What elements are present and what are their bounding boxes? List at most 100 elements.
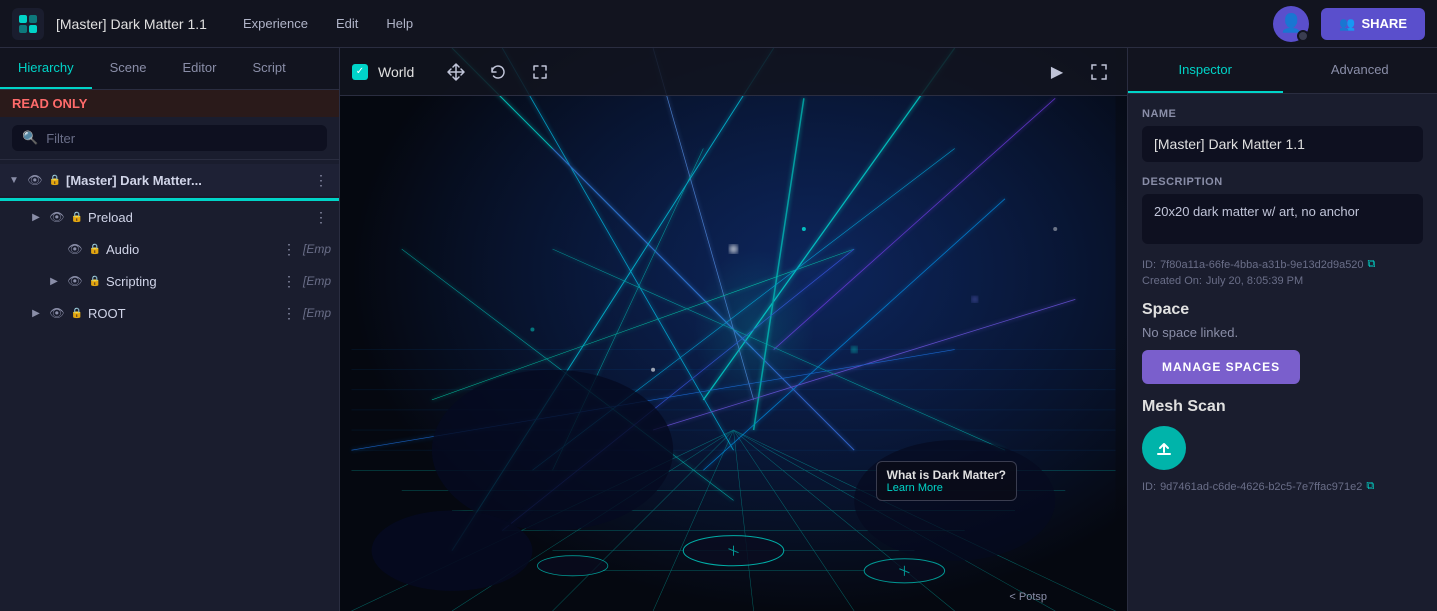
viewport-bottom-label: < Potsp xyxy=(1009,591,1047,603)
viewport-toolbar: ✓ World ▶ xyxy=(340,48,1127,96)
nav-item-edit[interactable]: Edit xyxy=(324,10,370,37)
app-title: [Master] Dark Matter 1.1 xyxy=(56,16,207,32)
app-logo xyxy=(12,8,44,40)
tab-scene[interactable]: Scene xyxy=(92,48,165,89)
more-icon-scripting[interactable]: ⋮ xyxy=(279,271,299,291)
expand-tool-button[interactable] xyxy=(524,56,556,88)
tab-hierarchy[interactable]: Hierarchy xyxy=(0,48,92,89)
mesh-upload-button[interactable] xyxy=(1142,426,1186,470)
lock-icon-audio[interactable]: 🔒 xyxy=(88,242,102,256)
id-section: ID: 7f80a11a-66fe-4bba-a31b-9e13d2d9a520… xyxy=(1142,258,1423,287)
tree-label-root: [Master] Dark Matter... xyxy=(66,173,307,188)
eye-icon-audio[interactable]: 👁 xyxy=(66,240,84,258)
id-copy-icon[interactable]: ⧉ xyxy=(1368,258,1376,271)
expand-icon-scripting[interactable]: ▶ xyxy=(46,273,62,289)
mesh-scan-title: Mesh Scan xyxy=(1142,398,1423,416)
lock-icon-scripting[interactable]: 🔒 xyxy=(88,274,102,288)
mesh-id-value: 9d7461ad-c6de-4626-b2c5-7e7ffac971e2 xyxy=(1160,481,1362,493)
right-panel: Inspector Advanced Name [Master] Dark Ma… xyxy=(1127,48,1437,611)
space-title: Space xyxy=(1142,301,1423,319)
tooltip-title: What is Dark Matter? xyxy=(887,468,1006,482)
more-icon-root[interactable]: ⋮ xyxy=(311,170,331,190)
lock-icon-root2[interactable]: 🔒 xyxy=(70,306,84,320)
created-value: July 20, 8:05:39 PM xyxy=(1206,275,1303,287)
mesh-scan-section: Mesh Scan ID: 9d7461ad-c6de-4626-b2c5-7e… xyxy=(1142,398,1423,493)
share-label: SHARE xyxy=(1361,16,1407,31)
more-icon-audio[interactable]: ⋮ xyxy=(279,239,299,259)
lock-icon-preload[interactable]: 🔒 xyxy=(70,210,84,224)
lock-icon-root[interactable]: 🔒 xyxy=(48,173,62,187)
name-value[interactable]: [Master] Dark Matter 1.1 xyxy=(1142,126,1423,162)
description-section: Description 20x20 dark matter w/ art, no… xyxy=(1142,176,1423,244)
fullscreen-button[interactable] xyxy=(1083,56,1115,88)
play-button[interactable]: ▶ xyxy=(1041,56,1073,88)
manage-spaces-button[interactable]: MANAGE SPACES xyxy=(1142,350,1300,384)
mesh-id-label: ID: xyxy=(1142,481,1156,493)
name-label: Name xyxy=(1142,108,1423,120)
tab-inspector[interactable]: Inspector xyxy=(1128,48,1283,93)
world-label: World xyxy=(378,64,414,80)
eye-icon-root[interactable]: 👁 xyxy=(26,171,44,189)
viewport-scene[interactable]: What is Dark Matter? Learn More < Potsp xyxy=(340,48,1127,611)
top-nav-menu: Experience Edit Help xyxy=(231,10,1273,37)
move-tool-button[interactable] xyxy=(440,56,472,88)
created-label: Created On: xyxy=(1142,275,1202,287)
tree-label-preload: Preload xyxy=(88,210,307,225)
more-icon-preload[interactable]: ⋮ xyxy=(311,207,331,227)
avatar[interactable]: 👤 xyxy=(1273,6,1309,42)
space-empty-text: No space linked. xyxy=(1142,325,1423,340)
top-nav: [Master] Dark Matter 1.1 Experience Edit… xyxy=(0,0,1437,48)
viewport: ✓ World ▶ xyxy=(340,48,1127,611)
tree-item-root[interactable]: ▼ 👁 🔒 [Master] Dark Matter... ⋮ xyxy=(0,164,339,196)
tooltip-link[interactable]: Learn More xyxy=(887,482,1006,494)
filter-input[interactable] xyxy=(46,131,317,146)
nav-item-experience[interactable]: Experience xyxy=(231,10,320,37)
eye-icon-preload[interactable]: 👁 xyxy=(48,208,66,226)
id-value: 7f80a11a-66fe-4bba-a31b-9e13d2d9a520 xyxy=(1160,259,1363,271)
search-icon: 🔍 xyxy=(22,130,38,146)
root2-truncated: [Emp xyxy=(303,306,331,320)
viewport-tooltip: What is Dark Matter? Learn More xyxy=(876,461,1017,501)
tab-advanced[interactable]: Advanced xyxy=(1283,48,1437,93)
left-panel: Hierarchy Scene Editor Script READ ONLY … xyxy=(0,48,340,611)
readonly-banner: READ ONLY xyxy=(0,90,339,117)
tree-item-root2[interactable]: ▶ 👁 🔒 ROOT ⋮ [Emp xyxy=(0,297,339,329)
hierarchy-tree: ▼ 👁 🔒 [Master] Dark Matter... ⋮ ▶ 👁 🔒 Pr… xyxy=(0,160,339,611)
expand-icon-root[interactable]: ▼ xyxy=(6,172,22,188)
right-tabs: Inspector Advanced xyxy=(1128,48,1437,94)
scripting-truncated: [Emp xyxy=(303,274,331,288)
description-value[interactable]: 20x20 dark matter w/ art, no anchor xyxy=(1142,194,1423,244)
tree-label-audio: Audio xyxy=(106,242,275,257)
space-section: Space No space linked. MANAGE SPACES xyxy=(1142,301,1423,384)
mesh-id-row: ID: 9d7461ad-c6de-4626-b2c5-7e7ffac971e2… xyxy=(1142,480,1423,493)
tree-label-root2: ROOT xyxy=(88,306,275,321)
more-icon-root2[interactable]: ⋮ xyxy=(279,303,299,323)
avatar-badge xyxy=(1297,30,1309,42)
share-button[interactable]: 👥 SHARE xyxy=(1321,8,1425,40)
world-checkbox[interactable]: ✓ xyxy=(352,64,368,80)
scene-svg xyxy=(340,48,1127,611)
tab-editor[interactable]: Editor xyxy=(165,48,235,89)
filter-row: 🔍 xyxy=(0,117,339,160)
audio-truncated: [Emp xyxy=(303,242,331,256)
refresh-tool-button[interactable] xyxy=(482,56,514,88)
top-nav-right: 👤 👥 SHARE xyxy=(1273,6,1425,42)
name-section: Name [Master] Dark Matter 1.1 xyxy=(1142,108,1423,162)
expand-icon-root2[interactable]: ▶ xyxy=(28,305,44,321)
nav-item-help[interactable]: Help xyxy=(374,10,425,37)
eye-icon-root2[interactable]: 👁 xyxy=(48,304,66,322)
tab-script[interactable]: Script xyxy=(234,48,303,89)
left-tabs-row: Hierarchy Scene Editor Script xyxy=(0,48,339,90)
expand-icon-preload[interactable]: ▶ xyxy=(28,209,44,225)
description-label: Description xyxy=(1142,176,1423,188)
tree-item-scripting[interactable]: ▶ 👁 🔒 Scripting ⋮ [Emp xyxy=(0,265,339,297)
share-icon: 👥 xyxy=(1339,16,1355,32)
tree-label-scripting: Scripting xyxy=(106,274,275,289)
inspector-content: Name [Master] Dark Matter 1.1 Descriptio… xyxy=(1128,94,1437,507)
tree-item-preload[interactable]: ▶ 👁 🔒 Preload ⋮ xyxy=(0,201,339,233)
tree-item-audio[interactable]: 👁 🔒 Audio ⋮ [Emp xyxy=(0,233,339,265)
filter-input-wrap: 🔍 xyxy=(12,125,327,151)
id-label: ID: xyxy=(1142,259,1156,271)
eye-icon-scripting[interactable]: 👁 xyxy=(66,272,84,290)
mesh-copy-icon[interactable]: ⧉ xyxy=(1366,480,1374,493)
